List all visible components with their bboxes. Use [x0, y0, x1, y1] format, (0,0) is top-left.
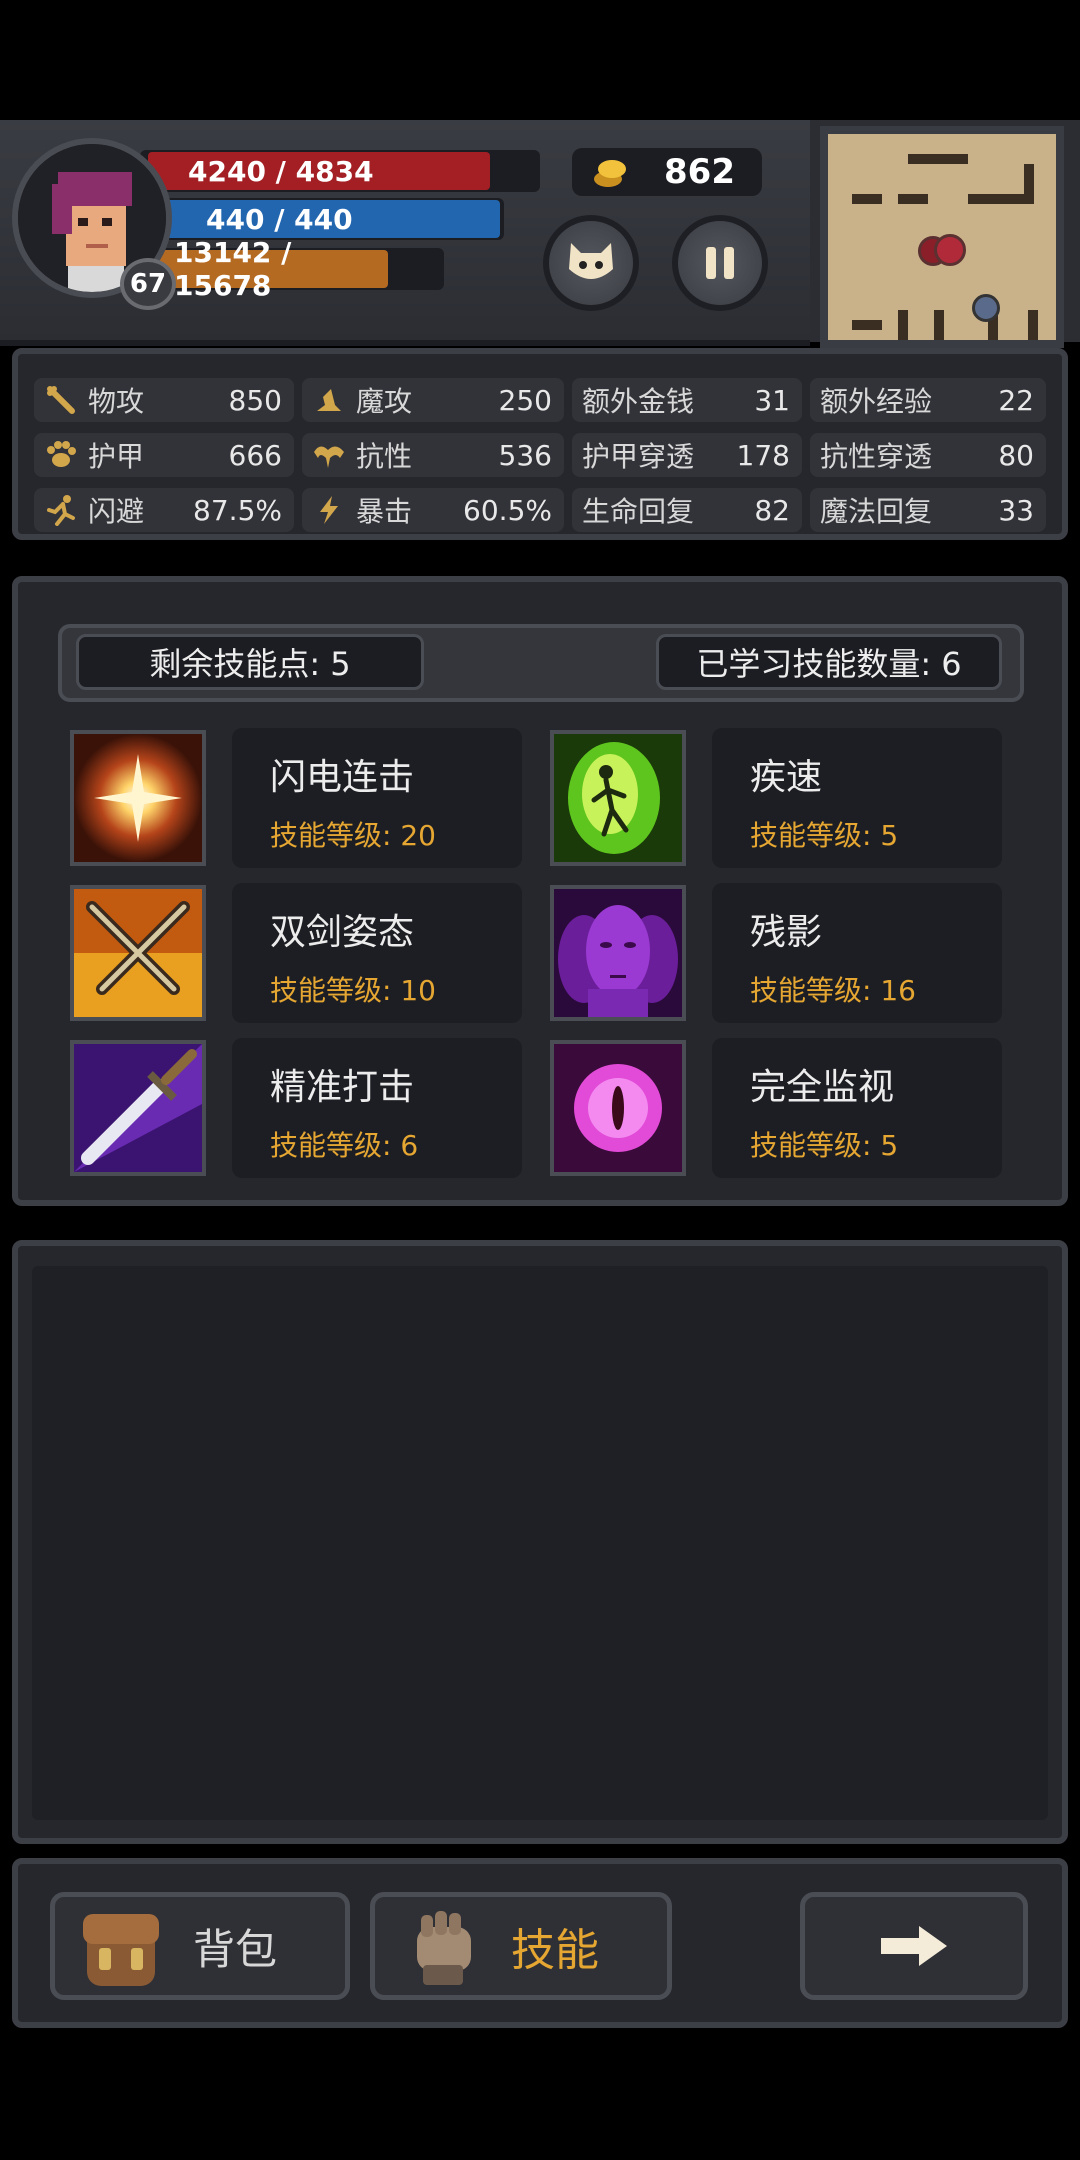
skill-name: 完全监视: [750, 1067, 895, 1108]
stat-7: 护甲穿透 178: [572, 433, 802, 477]
stat-3: 额外金钱 31: [572, 378, 802, 422]
stat-9: 闪避 87.5%: [34, 488, 294, 532]
lightning-icon: [312, 493, 346, 527]
stat-label: 抗性穿透: [820, 440, 933, 473]
skill-name: 残影: [750, 912, 823, 953]
fist-icon: [417, 1911, 471, 1985]
stat-value: 60.5%: [463, 493, 552, 527]
running-icon: [44, 493, 78, 527]
gold-counter: 862: [572, 148, 762, 196]
skill-card[interactable]: 闪电连击技能等级: 20: [232, 728, 522, 868]
skill-name: 双剑姿态: [270, 912, 415, 953]
sword-strike-icon[interactable]: [70, 1040, 206, 1176]
stat-value: 82: [754, 493, 790, 527]
stat-label: 护甲穿透: [582, 440, 695, 473]
haste-figure-icon[interactable]: [550, 730, 686, 866]
stat-8: 抗性穿透 80: [810, 433, 1046, 477]
pause-button[interactable]: [672, 215, 768, 311]
stat-value: 31: [754, 383, 790, 417]
crossed-swords-icon[interactable]: [70, 885, 206, 1021]
stat-4: 额外经验 22: [810, 378, 1046, 422]
mp-bar: 440 / 440: [166, 200, 500, 238]
xp-bar: 13142 / 15678: [156, 236, 388, 302]
skills-tab-button[interactable]: 技能: [370, 1892, 672, 2000]
stat-5: 护甲 666: [34, 433, 294, 477]
stat-label: 额外金钱: [582, 385, 695, 418]
stat-value: 536: [498, 438, 552, 472]
flash-burst-icon[interactable]: [70, 730, 206, 866]
skill-card[interactable]: 精准打击技能等级: 6: [232, 1038, 522, 1178]
stat-12: 魔法回复 33: [810, 488, 1046, 532]
watching-eye-icon[interactable]: [550, 1040, 686, 1176]
hp-text: 4240 / 4834: [188, 154, 374, 188]
stat-2: 魔攻 250: [302, 378, 564, 422]
skill-level: 技能等级: 6: [270, 1129, 419, 1162]
stat-value: 666: [228, 438, 282, 472]
backpack-icon: [83, 1914, 159, 1986]
stat-label: 护甲: [88, 440, 145, 473]
skills-tab-label: 技能: [511, 1925, 599, 1976]
next-button[interactable]: [800, 1892, 1028, 2000]
pet-button[interactable]: [543, 215, 639, 311]
gold-amount: 862: [664, 152, 735, 192]
skill-name: 闪电连击: [270, 757, 415, 798]
muscle-icon: [312, 438, 346, 472]
skill-card[interactable]: 双剑姿态技能等级: 10: [232, 883, 522, 1023]
creature-face-icon: [569, 243, 613, 279]
skill-card[interactable]: 疾速技能等级: 5: [712, 728, 1002, 868]
stat-value: 22: [998, 383, 1034, 417]
stat-value: 250: [498, 383, 552, 417]
player-marker-icon: [972, 294, 1000, 322]
stat-6: 抗性 536: [302, 433, 564, 477]
stat-label: 额外经验: [820, 385, 933, 418]
arrow-right-icon: [881, 1926, 947, 1966]
skill-level: 技能等级: 5: [750, 1129, 899, 1162]
stat-label: 物攻: [88, 385, 145, 418]
stat-label: 闪避: [88, 495, 145, 528]
bag-label: 背包: [193, 1924, 278, 1974]
level-badge: 67: [120, 258, 176, 310]
sword-icon: [44, 383, 78, 417]
stat-1: 物攻 850: [34, 378, 294, 422]
skill-level: 技能等级: 10: [270, 974, 436, 1007]
skill-card[interactable]: 完全监视技能等级: 5: [712, 1038, 1002, 1178]
remaining-skill-points: 剩余技能点: 5: [76, 634, 424, 690]
paw-icon: [44, 438, 78, 472]
minimap[interactable]: [820, 126, 1064, 348]
magic-hat-icon: [312, 383, 346, 417]
stat-label: 魔法回复: [820, 495, 933, 528]
skill-level: 技能等级: 16: [750, 974, 916, 1007]
skill-name: 精准打击: [270, 1067, 415, 1108]
stat-value: 87.5%: [193, 493, 282, 527]
skill-level: 技能等级: 20: [270, 819, 436, 852]
skill-detail-area: [32, 1266, 1048, 1820]
bag-button[interactable]: 背包: [50, 1892, 350, 2000]
stat-label: 生命回复: [582, 495, 695, 528]
stat-value: 850: [228, 383, 282, 417]
stat-value: 33: [998, 493, 1034, 527]
enemy-marker-icon: [934, 234, 966, 266]
stat-value: 178: [736, 438, 790, 472]
pause-icon: [706, 247, 734, 279]
xp-text: 13142 / 15678: [174, 236, 292, 302]
learned-skill-count: 已学习技能数量: 6: [656, 634, 1002, 690]
gold-coins-icon: [594, 160, 626, 187]
stat-label: 暴击: [356, 495, 413, 528]
skill-name: 疾速: [750, 757, 823, 798]
stat-value: 80: [998, 438, 1034, 472]
mp-text: 440 / 440: [206, 202, 353, 236]
stat-11: 生命回复 82: [572, 488, 802, 532]
stat-label: 魔攻: [356, 385, 413, 418]
stat-label: 抗性: [356, 440, 413, 473]
skill-level: 技能等级: 5: [750, 819, 899, 852]
stat-10: 暴击 60.5%: [302, 488, 564, 532]
afterimage-face-icon[interactable]: [550, 885, 686, 1021]
hp-bar: 4240 / 4834: [148, 152, 490, 190]
skill-card[interactable]: 残影技能等级: 16: [712, 883, 1002, 1023]
